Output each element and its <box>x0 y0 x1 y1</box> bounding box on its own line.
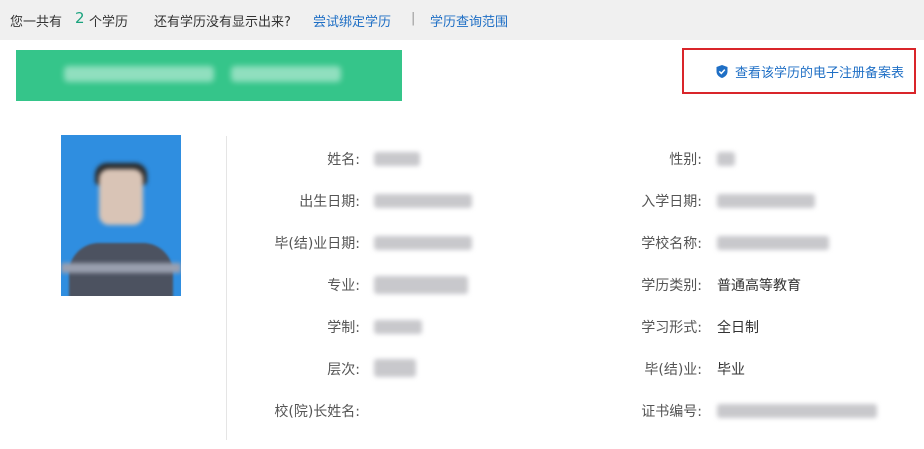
student-photo <box>61 135 181 296</box>
label-level: 层次: <box>327 362 360 378</box>
label-enrollment-date: 入学日期: <box>641 194 702 210</box>
value-gender-redacted <box>717 152 735 166</box>
label-education-category: 学历类别: <box>641 278 702 294</box>
label-graduation-status: 毕(结)业: <box>644 362 702 378</box>
label-principal-name: 校(院)长姓名: <box>274 404 360 420</box>
label-school-name: 学校名称: <box>641 236 702 252</box>
value-study-mode: 全日制 <box>717 320 759 336</box>
value-certificate-number-redacted <box>717 404 877 418</box>
value-graduation-date-redacted <box>374 236 472 250</box>
label-gender: 性别: <box>669 152 702 168</box>
divider-line <box>226 136 227 440</box>
value-enrollment-date-redacted <box>717 194 815 208</box>
bind-education-link[interactable]: 尝试绑定学历 <box>313 11 391 30</box>
value-name-redacted <box>374 152 420 166</box>
registry-link-label: 查看该学历的电子注册备案表 <box>734 65 904 81</box>
school-banner <box>16 50 402 101</box>
label-duration: 学制: <box>327 320 360 336</box>
registry-form-link[interactable]: 查看该学历的电子注册备案表 <box>682 48 916 94</box>
missing-question: 还有学历没有显示出来? <box>154 15 291 30</box>
shield-check-icon <box>716 64 728 78</box>
value-major-redacted <box>374 276 468 294</box>
education-count: 2 <box>75 9 85 27</box>
label-graduation-date: 毕(结)业日期: <box>274 236 360 252</box>
value-education-category: 普通高等教育 <box>717 278 801 294</box>
label-birth-date: 出生日期: <box>299 194 360 210</box>
value-birth-date-redacted <box>374 194 472 208</box>
value-duration-redacted <box>374 320 422 334</box>
value-school-name-redacted <box>717 236 829 250</box>
value-graduation-status: 毕业 <box>717 362 745 378</box>
summary-suffix: 个学历 <box>89 15 129 30</box>
label-name: 姓名: <box>327 152 360 168</box>
summary-bar: 您一共有 2 个学历 还有学历没有显示出来? 尝试绑定学历 | 学历查询范围 <box>0 0 924 40</box>
divider: | <box>411 11 416 26</box>
label-major: 专业: <box>327 278 360 294</box>
label-certificate-number: 证书编号: <box>641 404 702 420</box>
label-study-mode: 学习形式: <box>641 320 702 336</box>
query-scope-link[interactable]: 学历查询范围 <box>430 11 508 30</box>
summary-prefix: 您一共有 <box>10 15 63 30</box>
value-level-redacted <box>374 359 416 377</box>
